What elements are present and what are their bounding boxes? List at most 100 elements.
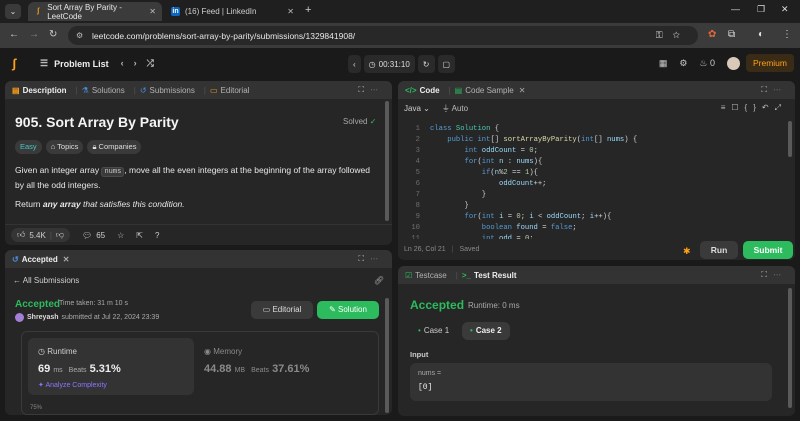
url-actions[interactable]: ⚿☆ <box>656 30 690 41</box>
tab-editorial[interactable]: ▭ Editorial <box>210 86 249 95</box>
companies-chip[interactable]: 🔒︎ Companies <box>87 140 142 154</box>
reset-timer-icon[interactable]: ↻ <box>417 55 435 73</box>
submit-button[interactable]: Submit <box>743 241 793 259</box>
comments-button[interactable]: 💬︎ 65 <box>82 231 105 240</box>
thumbs-up-icon[interactable]: 👍︎ <box>17 230 25 240</box>
panel-window-icons[interactable]: ⛶⋯ <box>358 85 384 95</box>
scrollbar[interactable] <box>385 101 389 221</box>
tab-testcase[interactable]: ☑ Testcase <box>405 271 447 280</box>
close-icon[interactable]: ✕ <box>519 86 526 95</box>
timer-display[interactable]: ◷ 00:31:10 <box>363 55 415 73</box>
debug-bug-icon[interactable]: ✱ <box>683 246 691 257</box>
scrollbar[interactable] <box>788 288 792 408</box>
unit-text: MB <box>234 367 246 374</box>
code-icon: </> <box>405 85 417 95</box>
new-tab-icon[interactable]: + <box>305 4 311 16</box>
panel-window-icons[interactable]: ⛶⋯ <box>358 254 384 264</box>
line-number: 8 <box>415 202 420 210</box>
saved-status: Saved <box>459 246 480 253</box>
runtime-card[interactable]: ◷ Runtime 69 ms Beats 5.31% ✦ Analyze Com… <box>28 338 194 395</box>
button-label: Editorial <box>272 305 302 314</box>
analyze-complexity-link[interactable]: ✦ Analyze Complexity <box>38 381 107 389</box>
tab-description[interactable]: ▤ Description <box>12 86 67 95</box>
reload-icon[interactable]: ↻ <box>49 29 57 40</box>
like-dislike-group[interactable]: 👍︎ 5.4K | 👎︎ <box>11 228 71 242</box>
scrollbar[interactable] <box>788 121 792 157</box>
menu-dots-icon[interactable]: ⋮ <box>782 29 792 40</box>
tab-label: Code Sample <box>465 85 514 95</box>
premium-button[interactable]: Premium <box>746 54 794 72</box>
comment-icon: 💬︎ <box>82 230 93 240</box>
tab-code[interactable]: </> Code <box>405 86 440 95</box>
extension-icon[interactable]: ✿ <box>708 29 716 40</box>
chevron-left-icon[interactable]: ‹ <box>348 55 361 73</box>
close-icon[interactable]: ✕ <box>149 7 156 16</box>
puzzle-icon[interactable]: ⧉ <box>728 29 735 40</box>
run-button[interactable]: Run <box>700 241 738 259</box>
username[interactable]: Shreyash <box>27 314 59 321</box>
tab-submissions[interactable]: ↺ Submissions <box>140 86 195 95</box>
link-icon[interactable]: 🔗︎ <box>374 276 384 285</box>
case-tab-1[interactable]: • Case 1 <box>410 322 457 340</box>
test-status: Accepted <box>410 298 465 312</box>
close-icon[interactable]: ✕ <box>287 7 294 16</box>
settings-gear-icon[interactable]: ⚙ <box>679 58 687 69</box>
layout-icon[interactable]: ▦ <box>659 58 668 69</box>
topics-chip[interactable]: ⌂ Topics <box>45 140 84 154</box>
comments-count: 65 <box>96 230 106 240</box>
problem-title[interactable]: 905. Sort Array By Parity <box>15 114 179 130</box>
memory-value: 44.88 MB Beats 37.61% <box>204 363 309 375</box>
tab-solutions[interactable]: ⚗ Solutions <box>82 86 125 95</box>
editor-action-icons[interactable]: ≡☐{}↶⤢ <box>721 103 787 113</box>
line-number: 5 <box>415 169 420 177</box>
code-line: int oddCount = 0; <box>464 147 538 155</box>
tab-accepted[interactable]: ↺ Accepted ✕ <box>12 255 69 264</box>
share-icon[interactable]: ⇱ <box>136 231 143 240</box>
tab-code-sample[interactable]: ▤ Code Sample ✕ <box>455 86 526 95</box>
memory-label[interactable]: ◉ Memory <box>204 347 242 356</box>
editorial-button[interactable]: ▭ Editorial <box>251 301 313 319</box>
pass-dot-icon: • <box>418 326 421 335</box>
line-number: 1 <box>415 125 420 133</box>
avatar[interactable] <box>727 57 740 70</box>
site-info-icon[interactable]: ⚙ <box>76 31 86 40</box>
window-close-icon[interactable]: ✕ <box>781 4 789 15</box>
case-tab-2[interactable]: • Case 2 <box>462 322 510 340</box>
leetcode-logo-icon[interactable]: ʃ <box>12 56 26 72</box>
thumbs-down-icon[interactable]: 👎︎ <box>56 230 64 240</box>
close-icon[interactable]: ✕ <box>63 255 70 264</box>
tab-test-result[interactable]: >_ Test Result <box>462 271 517 280</box>
panel-window-icons[interactable]: ⛶⋯ <box>761 270 787 280</box>
language-select[interactable]: Java ⌄ <box>404 104 430 113</box>
tab-label: Code <box>419 85 440 95</box>
tab-leetcode[interactable]: ʃ Sort Array By Parity - LeetCode ✕ <box>28 2 162 21</box>
note-icon[interactable]: ▢ <box>437 55 456 73</box>
tab-linkedin[interactable]: in (16) Feed | LinkedIn ✕ <box>165 2 300 21</box>
tab-search-icon[interactable]: ⌄ <box>5 4 21 19</box>
scrollbar[interactable] <box>385 298 389 413</box>
accepted-status: Accepted <box>15 299 61 310</box>
code-line: if(n%2 == 1){ <box>481 169 538 177</box>
maximize-icon[interactable]: ❐ <box>757 4 765 15</box>
forward-arrow-icon[interactable]: → <box>29 29 39 40</box>
fire-icon[interactable]: ♨ 0 <box>699 58 715 69</box>
editor-status: Ln 26, Col 21 | Saved <box>404 246 479 253</box>
url-field[interactable]: ⚙ leetcode.com/problems/sort-array-by-pa… <box>68 26 698 45</box>
code-editor[interactable]: 1 class Solution { 2 public int[] sortAr… <box>398 121 790 239</box>
profile-icon[interactable]: ◐ <box>758 29 764 40</box>
auto-mode[interactable]: ⏚ Auto <box>442 103 468 114</box>
back-arrow-icon[interactable]: ← <box>9 29 19 40</box>
line-number: 2 <box>415 136 420 144</box>
clock-icon: ◷ <box>368 59 376 69</box>
linkedin-favicon-icon: in <box>171 7 180 16</box>
help-icon[interactable]: ? <box>155 231 159 240</box>
star-icon[interactable]: ☆ <box>117 231 124 240</box>
solution-button[interactable]: ✎ Solution <box>317 301 379 319</box>
panel-window-icons[interactable]: ⛶⋯ <box>761 85 787 95</box>
all-submissions-link[interactable]: ← All Submissions <box>13 276 79 285</box>
problem-list-nav[interactable]: ☰ Problem List ‹›⤮ <box>40 58 164 69</box>
prev-next-shuffle-icons[interactable]: ‹›⤮ <box>121 58 164 69</box>
document-icon: ▤ <box>12 85 20 95</box>
minimize-icon[interactable]: — <box>731 4 740 14</box>
url-text: leetcode.com/problems/sort-array-by-pari… <box>92 30 356 41</box>
